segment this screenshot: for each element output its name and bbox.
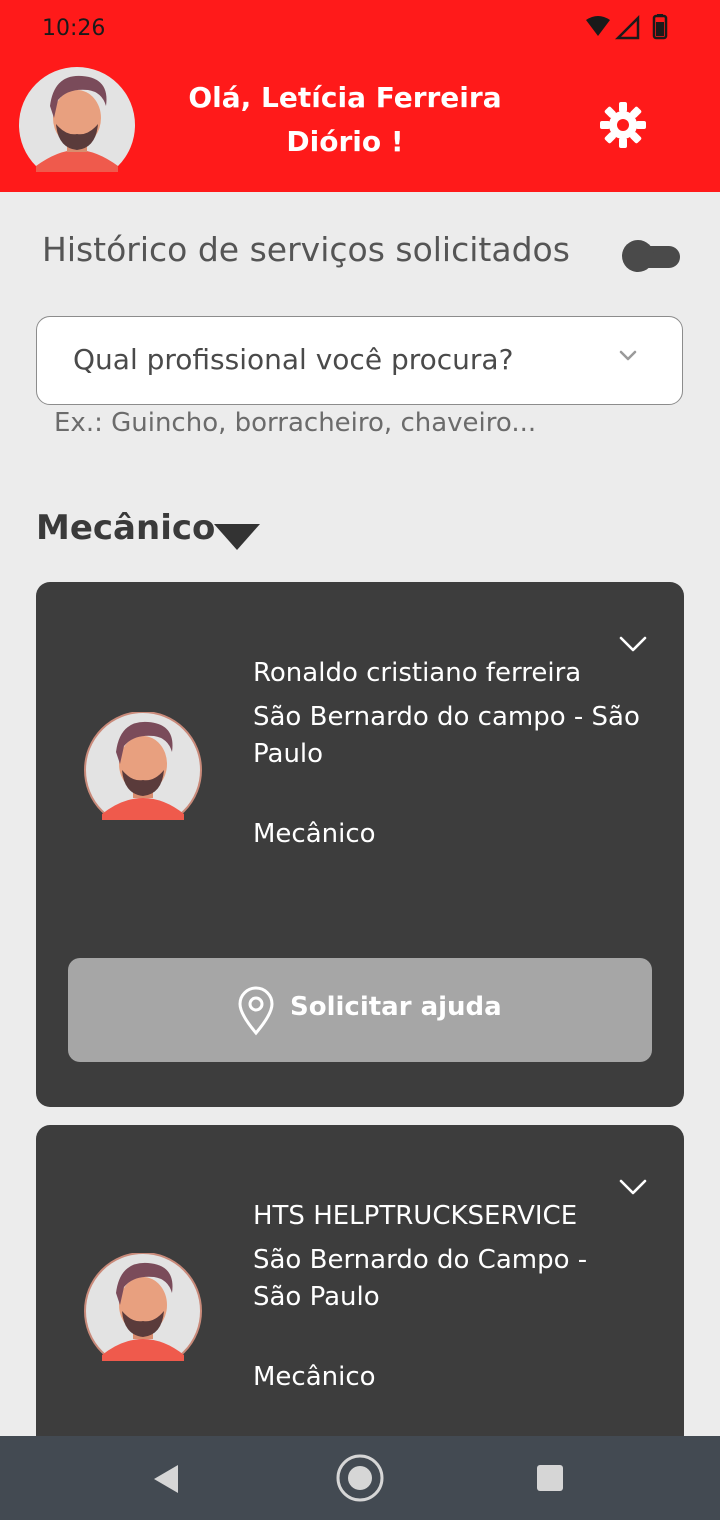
system-nav-bar [0,1436,720,1520]
greeting-line-2: Diório ! [286,125,404,158]
history-toggle[interactable] [622,238,680,274]
professional-card[interactable]: HTS HELPTRUCKSERVICE São Bernardo do Cam… [36,1125,684,1465]
professional-name: HTS HELPTRUCKSERVICE [253,1201,578,1231]
professional-category: Mecânico [253,819,376,849]
search-helper-text: Ex.: Guincho, borracheiro, chaveiro... [54,408,537,438]
professional-avatar [84,712,202,820]
history-label: Histórico de serviços solicitados [42,230,570,269]
chevron-down-icon[interactable] [618,1175,648,1199]
status-time: 10:26 [42,16,106,41]
section-title[interactable]: Mecânico [36,508,215,548]
status-icons [586,14,668,40]
caret-down-icon[interactable] [212,520,262,554]
recent-apps-icon[interactable] [536,1464,564,1492]
chevron-down-icon [619,350,637,361]
professional-name: Ronaldo cristiano ferreira [253,658,582,688]
wifi-icon [586,16,610,36]
professional-select-placeholder: Qual profissional você procura? [73,343,514,376]
gear-icon[interactable] [598,100,648,150]
professional-card[interactable]: Ronaldo cristiano ferreira São Bernardo … [36,582,684,1107]
professional-location: São Bernardo do Campo - São Paulo [253,1245,588,1312]
professional-select[interactable]: Qual profissional você procura? [36,316,683,405]
chevron-down-icon[interactable] [618,632,648,656]
home-icon[interactable] [334,1452,386,1504]
professional-category: Mecânico [253,1362,376,1392]
signal-icon [614,14,640,40]
map-pin-icon [238,986,274,1036]
greeting: Olá, Letícia Ferreira Diório ! [160,76,530,164]
toggle-knob [622,240,654,272]
request-help-button[interactable]: Solicitar ajuda [68,958,652,1062]
greeting-line-1: Olá, Letícia Ferreira [188,81,502,114]
back-icon[interactable] [150,1462,186,1496]
request-help-label: Solicitar ajuda [290,992,502,1022]
app-header: 10:26 Olá, Letícia Ferreira Diório ! [0,0,720,192]
professional-location: São Bernardo do campo - São Paulo [253,702,640,769]
user-avatar[interactable] [18,66,136,172]
professional-avatar [84,1253,202,1361]
